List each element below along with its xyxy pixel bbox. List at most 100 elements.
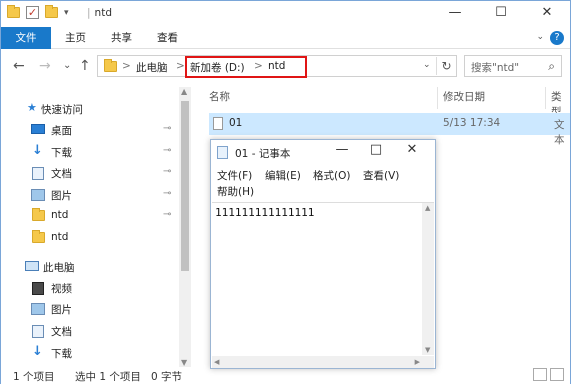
up-icon[interactable]: ↑ (79, 58, 91, 74)
tab-view[interactable]: 查看 (145, 27, 190, 49)
tab-file[interactable]: 文件 (1, 27, 51, 49)
sidebar-label: 文档 (51, 326, 72, 338)
navigation-pane: ★ 快速访问 桌面 ⊸ ↓ 下载 ⊸ 文档 ⊸ 图片 ⊸ ntd ⊸ ntd 此… (1, 87, 193, 367)
star-icon: ★ (27, 101, 37, 114)
properties-icon[interactable]: ✓ (26, 6, 39, 19)
forward-icon[interactable]: → (39, 58, 51, 74)
navigation-bar: ← → ⌄ ↑ > 此电脑 > 新加卷 (D:) > ntd ⌄ ↻ 搜索"nt… (1, 51, 570, 81)
scroll-down-icon[interactable]: ▼ (181, 358, 187, 367)
sidebar-item-pc-pictures[interactable]: 图片 (1, 299, 179, 319)
column-header-modified[interactable]: 修改日期 (443, 89, 485, 104)
close-button[interactable]: ✕ (524, 1, 570, 27)
scroll-left-icon[interactable]: ◀ (214, 358, 219, 366)
sidebar-item-ntd-pinned[interactable]: ntd ⊸ (1, 206, 179, 226)
breadcrumb-separator[interactable]: > (176, 60, 185, 72)
notepad-editor[interactable]: 111111111111111 ▲ ▼ ◀ ▶ (212, 202, 434, 368)
tab-home[interactable]: 主页 (53, 27, 98, 49)
notepad-vertical-scrollbar[interactable]: ▲ ▼ (422, 203, 434, 355)
pin-icon[interactable]: ⊸ (163, 166, 171, 177)
notepad-close-button[interactable]: ✕ (397, 142, 427, 157)
large-icons-view-icon[interactable] (550, 368, 564, 381)
sidebar-label: 下载 (51, 147, 72, 159)
pin-icon[interactable]: ⊸ (163, 209, 171, 220)
quick-access-dropdown[interactable]: ▾ (64, 8, 69, 18)
download-icon: ↓ (32, 344, 43, 359)
notepad-menu-bar: 文件(F) 编辑(E) 格式(O) 查看(V) 帮助(H) (211, 166, 435, 200)
status-size: 0 字节 (151, 371, 183, 383)
help-icon[interactable]: ? (550, 31, 564, 45)
sidebar-label: 下载 (51, 348, 72, 360)
sidebar-label: 文档 (51, 168, 72, 180)
address-bar[interactable]: > 此电脑 > 新加卷 (D:) > ntd ⌄ ↻ (97, 55, 457, 78)
pin-icon[interactable]: ⊸ (163, 123, 171, 134)
table-row[interactable]: 01 5/13 17:34 文本 (209, 113, 570, 146)
menu-format[interactable]: 格式(O) (313, 168, 350, 183)
view-toggle (533, 368, 564, 381)
search-box[interactable]: 搜索"ntd" ⌕ (464, 55, 562, 77)
title-bar: ✓ ▾ | ntd — ☐ ✕ (1, 1, 570, 27)
notepad-title: 01 - 记事本 (235, 148, 291, 160)
sidebar-item-desktop[interactable]: 桌面 ⊸ (1, 120, 179, 140)
download-icon: ↓ (32, 143, 43, 158)
scroll-right-icon[interactable]: ▶ (415, 358, 420, 366)
sidebar-label: 视频 (51, 283, 72, 295)
scrollbar-thumb[interactable] (181, 101, 189, 271)
sidebar-label: 图片 (51, 304, 72, 316)
sidebar-label: 快速访问 (41, 104, 83, 116)
notepad-icon (217, 146, 228, 159)
computer-icon (25, 261, 39, 271)
desktop-icon (31, 124, 45, 134)
notepad-horizontal-scrollbar[interactable]: ◀ ▶ (212, 356, 422, 368)
status-bar: 1 个项目 选中 1 个项目 0 字节 (1, 367, 570, 385)
ribbon: 文件 主页 共享 查看 ⌄ ? (1, 27, 570, 49)
breadcrumb-this-pc[interactable]: 此电脑 (136, 60, 168, 75)
maximize-button[interactable]: ☐ (478, 1, 524, 27)
sidebar-item-downloads[interactable]: ↓ 下载 ⊸ (1, 142, 179, 162)
resize-grip[interactable] (422, 356, 434, 368)
sidebar-item-this-pc[interactable]: 此电脑 (1, 257, 179, 277)
pin-icon[interactable]: ⊸ (163, 188, 171, 199)
back-icon[interactable]: ← (13, 58, 25, 74)
folder-icon (7, 5, 20, 18)
sidebar-item-pictures[interactable]: 图片 ⊸ (1, 185, 179, 205)
notepad-minimize-button[interactable]: — (327, 142, 357, 157)
sidebar-item-documents[interactable]: 文档 ⊸ (1, 163, 179, 183)
file-type: 文本 (554, 119, 565, 146)
notepad-text[interactable]: 111111111111111 (215, 206, 314, 219)
sidebar-item-ntd[interactable]: ntd (1, 228, 179, 248)
menu-edit[interactable]: 编辑(E) (265, 168, 301, 183)
tab-share[interactable]: 共享 (99, 27, 144, 49)
sidebar-item-quick-access[interactable]: ★ 快速访问 (1, 99, 179, 119)
scroll-up-icon[interactable]: ▲ (425, 204, 430, 212)
pictures-icon (31, 189, 45, 201)
document-icon (32, 325, 44, 338)
recent-locations-icon[interactable]: ⌄ (63, 60, 71, 71)
menu-file[interactable]: 文件(F) (217, 168, 252, 183)
ribbon-collapse-icon[interactable]: ⌄ (536, 32, 544, 42)
new-folder-icon[interactable] (45, 5, 58, 18)
refresh-icon[interactable]: ↻ (436, 57, 456, 75)
window-title: ntd (94, 7, 112, 19)
scroll-down-icon[interactable]: ▼ (425, 346, 430, 354)
pin-icon[interactable]: ⊸ (163, 145, 171, 156)
notepad-maximize-button[interactable]: □ (361, 142, 391, 157)
scroll-up-icon[interactable]: ▲ (181, 87, 187, 96)
menu-help[interactable]: 帮助(H) (217, 184, 254, 199)
breadcrumb-separator[interactable]: > (122, 60, 131, 72)
menu-view[interactable]: 查看(V) (363, 168, 399, 183)
video-icon (32, 282, 44, 295)
sidebar-item-pc-downloads[interactable]: ↓ 下载 (1, 343, 179, 363)
column-divider[interactable] (437, 87, 438, 109)
sidebar-label: 此电脑 (43, 262, 75, 274)
details-view-icon[interactable] (533, 368, 547, 381)
column-header-name[interactable]: 名称 (209, 89, 230, 104)
address-dropdown-icon[interactable]: ⌄ (423, 60, 431, 70)
sidebar-item-pc-documents[interactable]: 文档 (1, 321, 179, 341)
folder-icon (32, 230, 45, 243)
sidebar-scrollbar[interactable]: ▲ ▼ (179, 87, 191, 367)
minimize-button[interactable]: — (432, 1, 478, 27)
column-divider[interactable] (545, 87, 546, 109)
sidebar-item-videos[interactable]: 视频 (1, 278, 179, 298)
search-input[interactable]: 搜索"ntd" (471, 60, 519, 75)
sidebar-label: 桌面 (51, 125, 72, 137)
